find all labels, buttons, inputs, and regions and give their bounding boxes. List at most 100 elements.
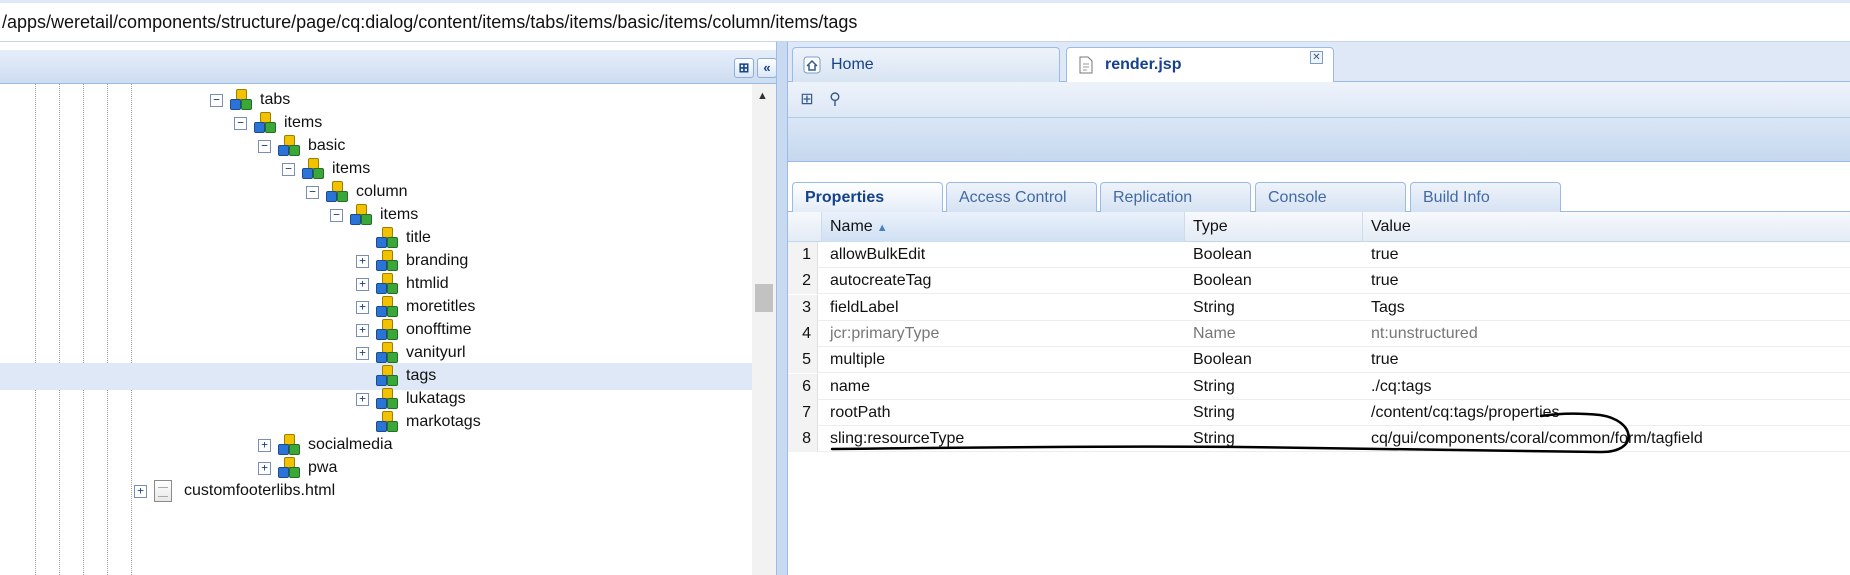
property-type-cell[interactable]: String <box>1185 426 1363 452</box>
table-row[interactable]: 6 name String ./cq:tags <box>788 373 1850 400</box>
property-type-cell[interactable]: Boolean <box>1185 242 1363 268</box>
tree-node-label: lukatags <box>406 390 466 407</box>
table-row[interactable]: 5 multiple Boolean true <box>788 347 1850 374</box>
expand-node-icon[interactable]: + <box>356 347 369 360</box>
binoculars-icon[interactable]: ⚲ <box>824 89 846 111</box>
collapse-node-icon[interactable]: − <box>258 140 271 153</box>
tree-node-label: basic <box>308 137 346 154</box>
tree-node-label: socialmedia <box>308 436 393 453</box>
expand-node-icon[interactable]: + <box>356 278 369 291</box>
table-row[interactable]: 1 allowBulkEdit Boolean true <box>788 242 1850 268</box>
property-value-cell[interactable]: cq/gui/components/coral/common/form/tagf… <box>1363 426 1850 452</box>
property-name-cell[interactable]: fieldLabel <box>822 295 1185 321</box>
collapse-node-icon[interactable]: − <box>330 209 343 222</box>
property-name-cell[interactable]: autocreateTag <box>822 268 1185 294</box>
property-type-cell[interactable]: String <box>1185 295 1363 321</box>
jcr-node-icon <box>278 457 302 479</box>
property-name-cell[interactable]: multiple <box>822 347 1185 373</box>
tree-node-label: items <box>332 160 371 177</box>
tree-node-label: tags <box>406 367 437 384</box>
tree-node-label: onofftime <box>406 321 472 338</box>
property-type-cell[interactable]: Boolean <box>1185 268 1363 294</box>
property-value-cell[interactable]: Tags <box>1363 295 1850 321</box>
jcr-node-icon <box>350 204 374 226</box>
tree-node-label: tabs <box>260 91 291 108</box>
tab-replication[interactable]: Replication <box>1100 182 1251 213</box>
collapse-node-icon[interactable]: − <box>234 117 247 130</box>
tree-panel-header: ⊞ « <box>0 50 776 84</box>
property-type-cell[interactable]: String <box>1185 374 1363 400</box>
row-number: 4 <box>788 320 818 347</box>
editor-header-bar <box>788 118 1850 162</box>
row-number: 2 <box>788 268 818 295</box>
expand-node-icon[interactable]: + <box>356 255 369 268</box>
column-header-value[interactable]: Value <box>1363 212 1850 242</box>
tree-node-label: customfooterlibs.html <box>184 482 336 499</box>
tree-area: − tabs − items − basic − items − column − items titl… <box>0 84 752 575</box>
jcr-node-icon <box>376 273 400 295</box>
tree-view-icon[interactable]: ⊞ <box>796 89 818 111</box>
row-number-header <box>788 212 822 242</box>
tree-node-label: branding <box>406 252 469 269</box>
scroll-thumb[interactable] <box>755 284 773 312</box>
expand-node-icon[interactable]: + <box>356 393 369 406</box>
row-number: 8 <box>788 426 818 453</box>
expand-node-icon[interactable]: + <box>356 324 369 337</box>
table-row[interactable]: 2 autocreateTag Boolean true <box>788 268 1850 295</box>
double-chevron-left-icon[interactable]: « <box>757 58 776 78</box>
table-row[interactable]: 4 jcr:primaryType Name nt:unstructured <box>788 320 1850 347</box>
scroll-up-arrow-icon[interactable]: ▲ <box>757 90 768 102</box>
expand-node-icon[interactable]: + <box>258 439 271 452</box>
property-value-cell[interactable]: /content/cq:tags/properties <box>1363 400 1850 426</box>
column-header-name-label: Name <box>830 218 873 235</box>
row-number: 5 <box>788 347 818 374</box>
property-name-cell[interactable]: rootPath <box>822 400 1185 426</box>
column-header-name[interactable]: Name ▲ <box>822 212 1185 242</box>
tree-node-label: vanityurl <box>406 344 466 361</box>
editor-panel: Home render.jsp ✕ ⊞ ⚲ Properties Access … <box>788 42 1850 575</box>
tab-render-jsp[interactable]: render.jsp ✕ <box>1066 47 1334 83</box>
tree-node-label: items <box>284 114 323 131</box>
property-value-cell[interactable]: ./cq:tags <box>1363 374 1850 400</box>
tab-build-info[interactable]: Build Info <box>1410 182 1561 213</box>
tree-scrollbar[interactable]: ▲ <box>752 84 776 575</box>
collapse-node-icon[interactable]: − <box>282 163 295 176</box>
column-header-type[interactable]: Type <box>1185 212 1363 242</box>
expand-node-icon[interactable]: + <box>134 485 147 498</box>
table-row[interactable]: 7 rootPath String/content/cq:tags/properti… <box>788 399 1850 426</box>
table-row[interactable]: 3 fieldLabel String Tags <box>788 294 1850 321</box>
property-name-cell[interactable]: allowBulkEdit <box>822 242 1185 268</box>
panel-splitter[interactable] <box>776 42 788 575</box>
tab-home[interactable]: Home <box>792 47 1060 82</box>
property-name-cell[interactable]: jcr:primaryType <box>822 321 1185 347</box>
property-type-cell[interactable]: Name <box>1185 321 1363 347</box>
expand-node-icon[interactable]: + <box>258 462 271 475</box>
row-number: 3 <box>788 294 818 321</box>
collapse-node-icon[interactable]: − <box>210 94 223 107</box>
tree-node-label: htmlid <box>406 275 449 292</box>
tab-properties[interactable]: Properties <box>792 182 943 214</box>
tab-access-control[interactable]: Access Control <box>946 182 1097 213</box>
property-name-cell[interactable]: sling:resourceType <box>822 426 1185 452</box>
editor-toolbar: ⊞ ⚲ <box>788 82 1850 118</box>
close-icon[interactable]: ✕ <box>1310 51 1323 64</box>
editor-tab-strip: Home render.jsp ✕ <box>788 42 1850 83</box>
tree-node-label: title <box>406 229 431 246</box>
tree-node-customfooterlibs-html[interactable]: + customfooterlibs.html <box>0 478 752 505</box>
property-value-cell[interactable]: true <box>1363 242 1850 268</box>
expand-node-icon[interactable]: + <box>356 301 369 314</box>
property-type-cell[interactable]: String <box>1185 400 1363 426</box>
property-name-cell[interactable]: name <box>822 374 1185 400</box>
collapse-node-icon[interactable]: − <box>306 186 319 199</box>
table-row[interactable]: 8 sling:resourceType String cq/gui/componen… <box>788 426 1850 453</box>
property-type-cell[interactable]: Boolean <box>1185 347 1363 373</box>
property-value-cell[interactable]: nt:unstructured <box>1363 321 1850 347</box>
jcr-node-icon <box>376 365 400 387</box>
repository-tree-panel: ⊞ « − tabs − items − basic − items − column − items… <box>0 42 776 575</box>
property-value-cell[interactable]: true <box>1363 347 1850 373</box>
row-number: 1 <box>788 242 818 268</box>
binoculars-icon[interactable]: ⊞ <box>734 58 754 78</box>
property-value-cell[interactable]: true <box>1363 268 1850 294</box>
tree-node-label: column <box>356 183 408 200</box>
tab-console[interactable]: Console <box>1255 182 1406 213</box>
